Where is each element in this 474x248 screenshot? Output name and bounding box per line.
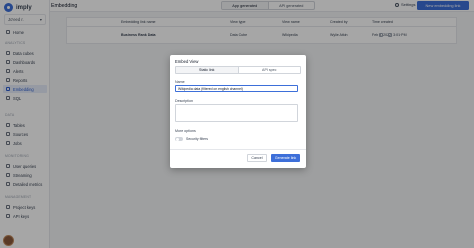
name-input[interactable]: Wikipedia data (filtered on english chan… <box>175 85 298 92</box>
description-input[interactable] <box>175 104 298 122</box>
generate-link-button[interactable]: Generate link <box>271 154 300 162</box>
security-filters-label: Security filters <box>186 137 208 141</box>
more-options-label: More options <box>175 129 196 133</box>
name-label: Name <box>175 80 185 84</box>
description-label: Description <box>175 99 193 103</box>
tab-api-spec[interactable]: API spec <box>239 67 301 73</box>
dialog-divider <box>170 149 306 150</box>
dialog-title: Embed View <box>175 59 199 64</box>
security-filters-toggle[interactable] <box>175 137 183 141</box>
embed-view-dialog: Embed View Static link API spec Name Wik… <box>170 55 306 168</box>
tab-static-link[interactable]: Static link <box>176 67 239 73</box>
embed-type-tabs: Static link API spec <box>175 66 301 74</box>
security-filters-row: Security filters <box>175 137 208 141</box>
cancel-button[interactable]: Cancel <box>247 154 267 162</box>
